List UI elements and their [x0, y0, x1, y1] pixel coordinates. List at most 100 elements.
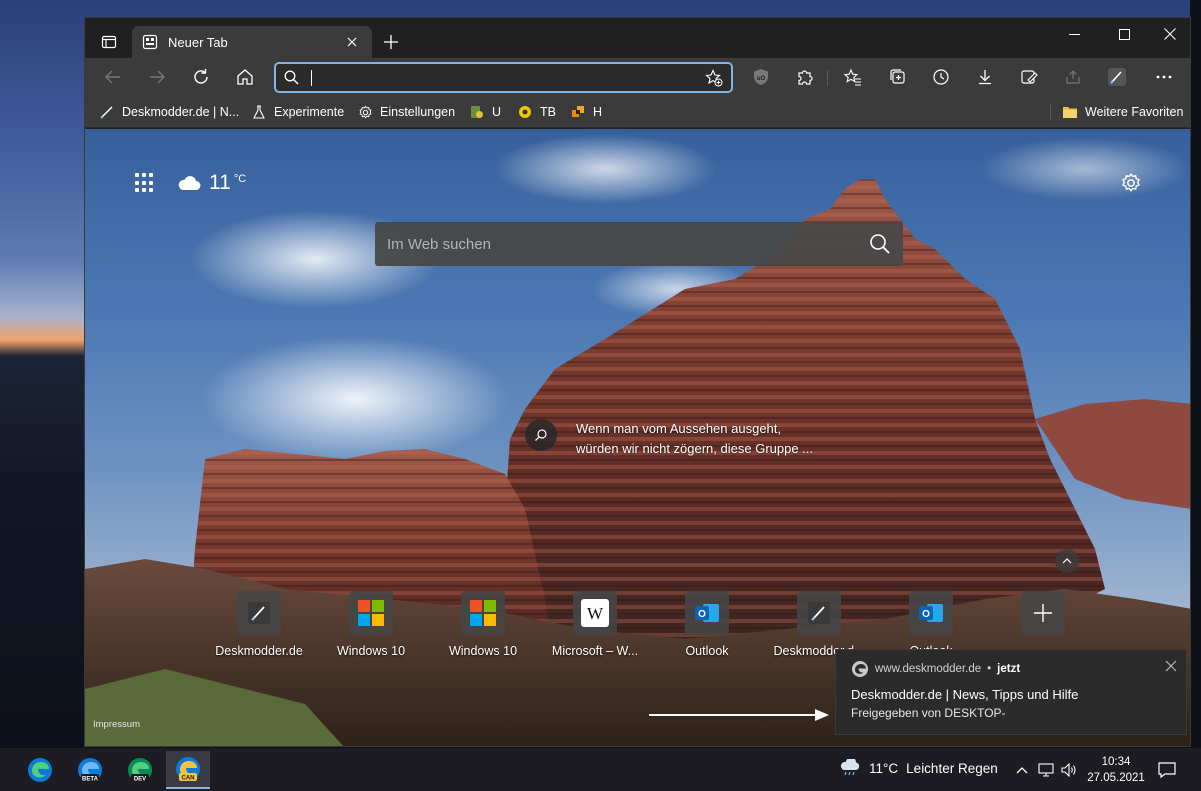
- close-icon: [1164, 28, 1176, 40]
- close-icon[interactable]: [1163, 658, 1179, 674]
- impressum-link[interactable]: Impressum: [93, 719, 140, 730]
- minimize-icon: [1068, 33, 1080, 35]
- tray-network-button[interactable]: [1037, 761, 1055, 779]
- h-favicon: [570, 104, 586, 120]
- tab-close-button[interactable]: [342, 32, 362, 52]
- action-center-button[interactable]: [1157, 760, 1177, 780]
- chevron-up-icon: [1016, 767, 1028, 774]
- favorite-experimente[interactable]: Experimente: [251, 102, 344, 122]
- add-favorite-icon[interactable]: [705, 68, 723, 87]
- app-launcher-button[interactable]: [135, 173, 155, 193]
- image-caption[interactable]: Wenn man vom Aussehen ausgeht, würden wi…: [525, 419, 813, 459]
- toolbar-separator: [827, 70, 828, 86]
- favorite-h[interactable]: H: [570, 102, 602, 122]
- favorite-u[interactable]: U: [469, 102, 501, 122]
- collections-button[interactable]: [882, 61, 914, 93]
- forward-button[interactable]: [141, 61, 173, 93]
- chevron-up-icon: [1062, 558, 1072, 564]
- weather-unit: °C: [233, 173, 247, 185]
- page-settings-button[interactable]: [1120, 172, 1144, 196]
- caption-line-1: Wenn man vom Aussehen ausgeht,: [576, 421, 781, 436]
- quick-link-tile[interactable]: Deskmodder.de: [203, 591, 315, 671]
- web-capture-button[interactable]: [1013, 61, 1045, 93]
- badge-text: CAN: [182, 776, 195, 782]
- settings-more-button[interactable]: [1148, 61, 1180, 93]
- search-icon[interactable]: [869, 233, 891, 255]
- quick-link-tile[interactable]: O Outlook: [651, 591, 763, 671]
- notification-toast[interactable]: www.deskmodder.de • jetzt Deskmodder.de …: [835, 649, 1187, 735]
- toast-title: Deskmodder.de | News, Tipps und Hilfe: [851, 687, 1079, 702]
- taskbar-weather-widget[interactable]: 11°C Leichter Regen: [839, 759, 998, 777]
- web-search-input[interactable]: [387, 235, 869, 253]
- favorite-label: H: [593, 105, 603, 119]
- other-favorites-folder[interactable]: Weitere Favoriten: [1062, 102, 1183, 122]
- taskbar-app-edge[interactable]: [18, 751, 62, 789]
- u-favicon: [469, 104, 485, 120]
- maximize-button[interactable]: [1101, 18, 1147, 50]
- refresh-button[interactable]: [185, 61, 217, 93]
- puzzle-icon: [798, 70, 813, 85]
- favorites-bar: Deskmodder.de | N... Experimente Einstel…: [85, 96, 1190, 128]
- share-button[interactable]: [1057, 61, 1089, 93]
- taskbar-app-edge-canary[interactable]: CAN: [166, 751, 210, 789]
- quick-link-tile[interactable]: Windows 10: [315, 591, 427, 671]
- favorite-deskmodder[interactable]: Deskmodder.de | N...: [99, 102, 239, 122]
- browser-window: Neuer Tab uO Deskmodder.de | N... Experi…: [84, 17, 1191, 747]
- tab-actions-button[interactable]: [93, 28, 125, 56]
- quick-link-tile[interactable]: W Microsoft – W...: [539, 591, 651, 671]
- favorite-label: Deskmodder.de | N...: [122, 105, 240, 119]
- favorite-label: Einstellungen: [380, 105, 456, 119]
- taskbar: BETA DEV CAN 11°C Leichter Regen 10:34 2…: [0, 748, 1201, 791]
- back-button[interactable]: [97, 61, 129, 93]
- new-tab-button[interactable]: [379, 30, 403, 54]
- arrow-right-icon: [150, 70, 165, 84]
- favorite-tb[interactable]: TB: [517, 102, 556, 122]
- weather-temperature[interactable]: 11: [209, 171, 231, 195]
- deskmodder-extension-button[interactable]: [1101, 61, 1133, 93]
- history-button[interactable]: [925, 61, 957, 93]
- windows-icon: [358, 600, 384, 626]
- close-window-button[interactable]: [1147, 18, 1190, 50]
- tab-actions-icon: [101, 35, 117, 49]
- taskbar-app-edge-beta[interactable]: BETA: [68, 751, 112, 789]
- edge-canary-icon: CAN: [176, 757, 200, 782]
- downloads-button[interactable]: [969, 61, 1001, 93]
- web-search-box[interactable]: [375, 222, 903, 266]
- ublock-extension-button[interactable]: uO: [745, 61, 777, 93]
- favorites-button[interactable]: [837, 61, 869, 93]
- taskbar-weather-temp: 11°C: [869, 760, 899, 776]
- toast-bullet: •: [987, 663, 992, 675]
- volume-icon: [1061, 763, 1076, 777]
- new-tab-page-icon: [142, 34, 158, 50]
- history-icon: [933, 69, 949, 85]
- favorite-label: U: [492, 105, 502, 119]
- tab-neuer-tab[interactable]: Neuer Tab: [132, 26, 372, 58]
- collapse-button[interactable]: [1055, 549, 1079, 573]
- home-button[interactable]: [229, 61, 261, 93]
- clock-date: 27.05.2021: [1087, 772, 1145, 784]
- tb-favicon: [517, 104, 533, 120]
- quick-link-label: Microsoft – W...: [551, 644, 639, 658]
- quick-link-label: Windows 10: [448, 644, 518, 658]
- text-caret: [311, 69, 312, 86]
- address-input[interactable]: [322, 69, 705, 86]
- caption-line-2: würden wir nicht zögern, diese Gruppe ..…: [576, 441, 814, 456]
- tray-overflow-button[interactable]: [1013, 761, 1031, 779]
- minimize-button[interactable]: [1051, 18, 1097, 50]
- close-icon: [347, 37, 357, 47]
- outlook-icon: O: [919, 604, 943, 622]
- home-icon: [237, 69, 253, 85]
- image-info-button[interactable]: [525, 419, 557, 451]
- tray-volume-button[interactable]: [1060, 761, 1078, 779]
- other-favorites-label: Weitere Favoriten: [1085, 105, 1184, 119]
- favorites-separator: [1050, 104, 1051, 120]
- favorite-einstellungen[interactable]: Einstellungen: [357, 102, 455, 122]
- taskbar-app-edge-dev[interactable]: DEV: [118, 751, 162, 789]
- extensions-button[interactable]: [789, 61, 821, 93]
- cloud-rain-icon: [840, 759, 860, 776]
- more-icon: [1156, 75, 1172, 79]
- desktop-edge: [1190, 0, 1201, 748]
- quick-link-tile[interactable]: Windows 10: [427, 591, 539, 671]
- taskbar-clock[interactable]: 10:34 27.05.2021: [1083, 754, 1149, 786]
- address-bar[interactable]: [274, 62, 733, 93]
